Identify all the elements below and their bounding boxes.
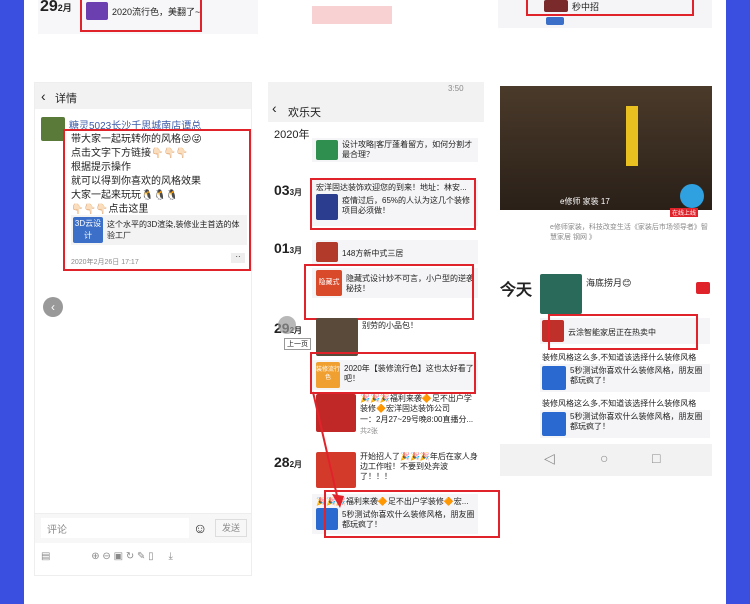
today-label: 今天 — [500, 282, 533, 299]
post-badge — [696, 282, 710, 294]
top-middle-partial — [312, 6, 392, 24]
nav-back-icon[interactable]: ◁ — [544, 450, 555, 467]
album-title: 欢乐天 — [288, 107, 321, 119]
right-phone-screen: 在线上线 e修师 家装 17 e修师家装，科技改变生活《家装后市场领导者》智慧家… — [500, 86, 712, 478]
assistant-avatar[interactable] — [680, 184, 704, 208]
post-thumbnail — [540, 274, 582, 314]
album-year: 2020年 — [274, 129, 310, 141]
entry-highlight-box — [548, 314, 698, 350]
save-icon[interactable]: ▤ — [41, 551, 50, 562]
entry-text: 装修风格这么多,不知道该选择什么装修风格 — [542, 399, 697, 408]
status-time: 3:50 — [448, 84, 464, 93]
entry-text: 别劳的小品包！ — [362, 321, 418, 330]
entry-text: 148方新中式三居 — [342, 249, 404, 258]
highlight-arrow — [312, 391, 344, 508]
entry-date: 033月 — [274, 182, 303, 198]
zoom-in-icon[interactable]: ⊕ — [91, 551, 99, 562]
video-frame-object — [626, 106, 638, 166]
back-icon[interactable]: ‹ — [41, 88, 46, 104]
entry-thumbnail — [542, 412, 566, 436]
top-date-day: 29 — [40, 0, 58, 15]
top-highlight-box — [80, 0, 202, 32]
entry-date: 013月 — [274, 240, 303, 256]
zoom-out-icon[interactable]: ⊖ — [102, 551, 110, 562]
delete-icon[interactable]: ▯ — [148, 551, 154, 562]
entry-thumbnail — [316, 140, 338, 160]
middle-phone-screen: 3:50 ‹ 欢乐天 2020年 设计攻略|客厅蓬着留方，如何分割才最合理？ 0… — [268, 82, 500, 576]
fit-icon[interactable]: ▣ — [114, 551, 123, 562]
nav-home-icon[interactable]: ○ — [600, 450, 608, 466]
edit-icon[interactable]: ✎ — [137, 551, 145, 562]
top-right-thumb2 — [546, 17, 564, 25]
top-date: 292月 — [40, 0, 72, 16]
download-icon[interactable]: ⤓ — [168, 551, 172, 562]
entry-text: 装修风格这么多,不知道该选择什么装修风格 — [542, 353, 697, 362]
top-right-highlight — [526, 0, 694, 16]
entry-text: 5秒测试你喜欢什么装修风格，朋友圈都玩疯了！ — [570, 412, 703, 431]
comment-input[interactable]: 评论 — [41, 518, 189, 538]
author-avatar[interactable] — [41, 117, 65, 141]
entry-thumbnail — [542, 366, 566, 390]
entry-highlight-box — [304, 264, 474, 320]
left-phone-screen: ‹ 详情 糖灵5023长沙千思城南店谭总 带大家一起玩转你的风格😜😜 点击文字下… — [34, 82, 252, 576]
entry-text: 设计攻略|客厅蓬着留方，如何分割才最合理？ — [342, 140, 473, 159]
online-badge: 在线上线 — [670, 208, 699, 217]
entry-thumbnail — [316, 242, 338, 262]
bottom-toolbar: ▤ ⊕ ⊖ ▣ ↻ ✎ ▯ ⤓ — [41, 551, 173, 562]
send-button[interactable]: 发送 — [215, 519, 247, 537]
page-canvas: 292月 2020流行色，美翻了~ 秒中招 ‹ 详情 糖灵5023长沙千思城南店… — [24, 0, 726, 604]
post-highlight-box — [63, 129, 251, 271]
back-icon[interactable]: ‹ — [272, 100, 277, 116]
nav-recent-icon[interactable]: □ — [652, 450, 660, 466]
video-caption: e修师 家装 17 — [560, 197, 610, 206]
entry-text: 5秒测试你喜欢什么装修风格，朋友圈都玩疯了！ — [570, 366, 703, 385]
carousel-button[interactable] — [278, 316, 296, 334]
prev-page-label[interactable]: 上一页 — [284, 338, 311, 350]
video-sub-caption: e修师家装，科技改变生活《家装后市场领导者》智慧家居 钢网 》 — [550, 224, 708, 241]
page-title: 详情 — [55, 93, 77, 105]
post-title: 海底捞月😊 — [586, 278, 632, 288]
emoji-icon[interactable]: ☺ — [193, 520, 207, 536]
rotate-icon[interactable]: ↻ — [126, 551, 134, 562]
top-date-month: 2月 — [57, 3, 72, 13]
entry-thumbnail — [316, 318, 358, 356]
carousel-prev-button[interactable]: ‹ — [43, 297, 63, 317]
entry-highlight-box — [310, 178, 476, 230]
